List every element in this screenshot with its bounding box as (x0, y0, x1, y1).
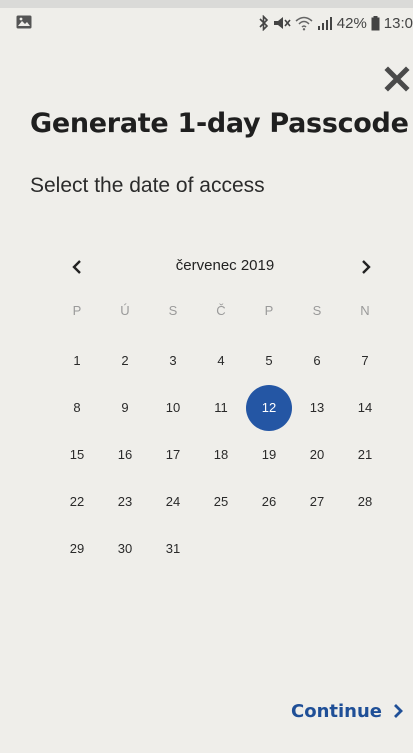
calendar-day[interactable]: 22 (53, 478, 101, 525)
image-notification-icon (16, 15, 32, 29)
calendar-day[interactable]: 23 (101, 478, 149, 525)
weekday-label: S (168, 303, 178, 318)
month-label: červenec 2019 (175, 257, 275, 274)
calendar-day[interactable]: 6 (293, 337, 341, 384)
calendar-day[interactable]: 29 (53, 525, 101, 572)
chevron-right-icon (394, 704, 403, 718)
chevron-right-icon (362, 260, 371, 274)
calendar-day[interactable]: 31 (149, 525, 197, 572)
calendar-day-empty (341, 525, 389, 572)
weekday-label: Ú (120, 303, 130, 318)
weekday-row: P Ú S Č P S N (53, 303, 389, 337)
top-strip (0, 0, 413, 8)
calendar-day[interactable]: 25 (197, 478, 245, 525)
status-bar: 42% 13:0 (0, 8, 413, 38)
calendar-day[interactable]: 20 (293, 431, 341, 478)
calendar-day[interactable]: 9 (101, 384, 149, 431)
calendar-day[interactable]: 18 (197, 431, 245, 478)
calendar-day[interactable]: 8 (53, 384, 101, 431)
calendar-day[interactable]: 15 (53, 431, 101, 478)
calendar-day[interactable]: 24 (149, 478, 197, 525)
calendar-day[interactable]: 27 (293, 478, 341, 525)
calendar-day[interactable]: 17 (149, 431, 197, 478)
next-month-button[interactable] (352, 253, 380, 281)
battery-percent: 42% (336, 14, 367, 32)
calendar-day[interactable]: 26 (245, 478, 293, 525)
calendar-day-empty (197, 525, 245, 572)
calendar-day[interactable]: 19 (245, 431, 293, 478)
weekday-label: Č (216, 303, 226, 318)
previous-month-button[interactable] (63, 253, 91, 281)
continue-button[interactable]: Continue (291, 698, 404, 724)
calendar-day[interactable]: 1 (53, 337, 101, 384)
calendar-day[interactable]: 28 (341, 478, 389, 525)
bluetooth-icon (259, 15, 268, 31)
battery-icon (371, 15, 380, 30)
calendar-day[interactable]: 10 (149, 384, 197, 431)
calendar-day[interactable]: 5 (245, 337, 293, 384)
weekday-label: N (360, 303, 370, 318)
calendar-day[interactable]: 21 (341, 431, 389, 478)
calendar-day[interactable]: 14 (341, 384, 389, 431)
signal-icon (317, 17, 332, 30)
weekday-label: S (312, 303, 322, 318)
weekday-label: P (72, 303, 82, 318)
calendar-day-empty (293, 525, 341, 572)
calendar-day[interactable]: 7 (341, 337, 389, 384)
calendar-day[interactable]: 30 (101, 525, 149, 572)
calendar-day[interactable]: 13 (293, 384, 341, 431)
status-bar-right: 42% 13:0 (259, 12, 413, 34)
calendar-header: červenec 2019 (60, 253, 380, 281)
calendar-grid: P Ú S Č P S N 1 2 3 4 5 6 7 8 9 10 11 12… (53, 303, 389, 572)
calendar-week: 29 30 31 (53, 525, 389, 572)
calendar-day[interactable]: 3 (149, 337, 197, 384)
mute-icon (273, 17, 291, 29)
chevron-left-icon (72, 260, 81, 274)
wifi-icon (295, 16, 313, 31)
calendar-week: 15 16 17 18 19 20 21 (53, 431, 389, 478)
calendar-day[interactable]: 4 (197, 337, 245, 384)
calendar-day-selected[interactable]: 12 (245, 384, 293, 431)
status-time: 13:0 (383, 14, 413, 32)
close-icon (384, 66, 410, 92)
calendar-week: 8 9 10 11 12 13 14 (53, 384, 389, 431)
calendar-day-empty (245, 525, 293, 572)
weekday-label: P (264, 303, 274, 318)
calendar-day[interactable]: 16 (101, 431, 149, 478)
calendar-week: 22 23 24 25 26 27 28 (53, 478, 389, 525)
continue-label: Continue (291, 700, 383, 722)
calendar-week: 1 2 3 4 5 6 7 (53, 337, 389, 384)
screen: 42% 13:0 Generate 1-day Passcode Select … (0, 0, 413, 753)
close-button[interactable] (380, 62, 413, 96)
calendar-day[interactable]: 2 (101, 337, 149, 384)
page-title: Generate 1-day Passcode (30, 108, 409, 139)
calendar-day[interactable]: 11 (197, 384, 245, 431)
page-subtitle: Select the date of access (30, 174, 265, 197)
